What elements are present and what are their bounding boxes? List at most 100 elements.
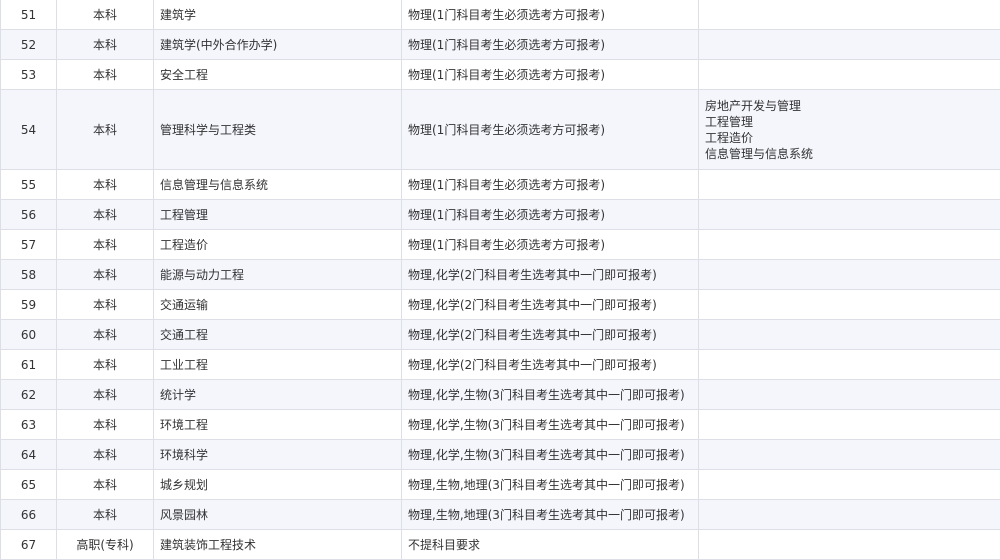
education-level-cell: 高职(专科) (57, 530, 154, 560)
table-row: 67高职(专科)建筑装饰工程技术不提科目要求 (1, 530, 1000, 560)
major-name-cell: 信息管理与信息系统 (154, 170, 402, 200)
included-majors-cell (699, 440, 1000, 470)
education-level-cell: 本科 (57, 470, 154, 500)
education-level-cell: 本科 (57, 230, 154, 260)
subject-requirement-cell: 物理,化学,生物(3门科目考生选考其中一门即可报考) (402, 440, 699, 470)
education-level-cell: 本科 (57, 350, 154, 380)
table-row: 62本科统计学物理,化学,生物(3门科目考生选考其中一门即可报考) (1, 380, 1000, 410)
row-number-cell: 58 (1, 260, 57, 290)
subject-requirement-cell: 物理(1门科目考生必须选考方可报考) (402, 170, 699, 200)
included-majors-cell (699, 230, 1000, 260)
table-row: 66本科风景园林物理,生物,地理(3门科目考生选考其中一门即可报考) (1, 500, 1000, 530)
included-majors-cell (699, 170, 1000, 200)
included-majors-cell (699, 410, 1000, 440)
major-name-cell: 交通运输 (154, 290, 402, 320)
included-majors-cell (699, 290, 1000, 320)
included-major-item: 工程管理 (705, 114, 994, 130)
row-number-cell: 57 (1, 230, 57, 260)
major-name-cell: 城乡规划 (154, 470, 402, 500)
included-majors-cell (699, 200, 1000, 230)
education-level-cell: 本科 (57, 30, 154, 60)
row-number-cell: 56 (1, 200, 57, 230)
included-majors-cell (699, 530, 1000, 560)
education-level-cell: 本科 (57, 320, 154, 350)
row-number-cell: 67 (1, 530, 57, 560)
row-number-cell: 65 (1, 470, 57, 500)
major-name-cell: 建筑学 (154, 0, 402, 30)
major-name-cell: 统计学 (154, 380, 402, 410)
subject-requirement-cell: 物理(1门科目考生必须选考方可报考) (402, 0, 699, 30)
table-row: 52本科建筑学(中外合作办学)物理(1门科目考生必须选考方可报考) (1, 30, 1000, 60)
major-name-cell: 建筑装饰工程技术 (154, 530, 402, 560)
subject-requirement-cell: 物理,生物,地理(3门科目考生选考其中一门即可报考) (402, 500, 699, 530)
table-row: 54本科管理科学与工程类物理(1门科目考生必须选考方可报考)房地产开发与管理工程… (1, 90, 1000, 170)
row-number-cell: 63 (1, 410, 57, 440)
row-number-cell: 51 (1, 0, 57, 30)
row-number-cell: 64 (1, 440, 57, 470)
included-major-item: 工程造价 (705, 130, 994, 146)
major-name-cell: 建筑学(中外合作办学) (154, 30, 402, 60)
included-majors-cell (699, 350, 1000, 380)
subject-requirement-cell: 物理,生物,地理(3门科目考生选考其中一门即可报考) (402, 470, 699, 500)
included-major-item: 房地产开发与管理 (705, 98, 994, 114)
included-majors-cell (699, 470, 1000, 500)
subject-requirement-cell: 物理(1门科目考生必须选考方可报考) (402, 200, 699, 230)
education-level-cell: 本科 (57, 500, 154, 530)
table-row: 55本科信息管理与信息系统物理(1门科目考生必须选考方可报考) (1, 170, 1000, 200)
education-level-cell: 本科 (57, 0, 154, 30)
table-row: 56本科工程管理物理(1门科目考生必须选考方可报考) (1, 200, 1000, 230)
included-majors-cell (699, 30, 1000, 60)
table-row: 65本科城乡规划物理,生物,地理(3门科目考生选考其中一门即可报考) (1, 470, 1000, 500)
row-number-cell: 66 (1, 500, 57, 530)
included-majors-cell (699, 500, 1000, 530)
education-level-cell: 本科 (57, 170, 154, 200)
education-level-cell: 本科 (57, 200, 154, 230)
table-row: 61本科工业工程物理,化学(2门科目考生选考其中一门即可报考) (1, 350, 1000, 380)
education-level-cell: 本科 (57, 60, 154, 90)
major-name-cell: 风景园林 (154, 500, 402, 530)
table-row: 60本科交通工程物理,化学(2门科目考生选考其中一门即可报考) (1, 320, 1000, 350)
education-level-cell: 本科 (57, 260, 154, 290)
table-row: 63本科环境工程物理,化学,生物(3门科目考生选考其中一门即可报考) (1, 410, 1000, 440)
row-number-cell: 61 (1, 350, 57, 380)
subject-requirement-cell: 物理(1门科目考生必须选考方可报考) (402, 60, 699, 90)
included-majors-cell (699, 380, 1000, 410)
subject-requirement-cell: 物理,化学(2门科目考生选考其中一门即可报考) (402, 350, 699, 380)
row-number-cell: 59 (1, 290, 57, 320)
row-number-cell: 54 (1, 90, 57, 170)
table-row: 57本科工程造价物理(1门科目考生必须选考方可报考) (1, 230, 1000, 260)
subject-requirement-cell: 物理(1门科目考生必须选考方可报考) (402, 30, 699, 60)
subject-requirement-cell: 物理(1门科目考生必须选考方可报考) (402, 90, 699, 170)
table-body: 51本科建筑学物理(1门科目考生必须选考方可报考)52本科建筑学(中外合作办学)… (1, 0, 1000, 560)
row-number-cell: 62 (1, 380, 57, 410)
table-row: 51本科建筑学物理(1门科目考生必须选考方可报考) (1, 0, 1000, 30)
table-row: 64本科环境科学物理,化学,生物(3门科目考生选考其中一门即可报考) (1, 440, 1000, 470)
subject-requirement-cell: 物理,化学(2门科目考生选考其中一门即可报考) (402, 290, 699, 320)
included-majors-cell (699, 320, 1000, 350)
subject-requirement-cell: 不提科目要求 (402, 530, 699, 560)
education-level-cell: 本科 (57, 410, 154, 440)
included-major-item: 信息管理与信息系统 (705, 146, 994, 162)
included-majors-cell (699, 60, 1000, 90)
row-number-cell: 53 (1, 60, 57, 90)
row-number-cell: 52 (1, 30, 57, 60)
education-level-cell: 本科 (57, 90, 154, 170)
major-name-cell: 交通工程 (154, 320, 402, 350)
major-name-cell: 工业工程 (154, 350, 402, 380)
subject-requirement-cell: 物理,化学,生物(3门科目考生选考其中一门即可报考) (402, 410, 699, 440)
major-name-cell: 能源与动力工程 (154, 260, 402, 290)
major-name-cell: 管理科学与工程类 (154, 90, 402, 170)
included-majors-cell: 房地产开发与管理工程管理工程造价信息管理与信息系统 (699, 90, 1000, 170)
row-number-cell: 60 (1, 320, 57, 350)
row-number-cell: 55 (1, 170, 57, 200)
table-row: 53本科安全工程物理(1门科目考生必须选考方可报考) (1, 60, 1000, 90)
major-name-cell: 环境科学 (154, 440, 402, 470)
subject-requirement-cell: 物理,化学,生物(3门科目考生选考其中一门即可报考) (402, 380, 699, 410)
education-level-cell: 本科 (57, 440, 154, 470)
subject-requirement-cell: 物理,化学(2门科目考生选考其中一门即可报考) (402, 320, 699, 350)
subject-requirements-table: 51本科建筑学物理(1门科目考生必须选考方可报考)52本科建筑学(中外合作办学)… (0, 0, 1000, 560)
subject-requirement-cell: 物理,化学(2门科目考生选考其中一门即可报考) (402, 260, 699, 290)
subject-requirement-cell: 物理(1门科目考生必须选考方可报考) (402, 230, 699, 260)
major-name-cell: 工程造价 (154, 230, 402, 260)
table-row: 59本科交通运输物理,化学(2门科目考生选考其中一门即可报考) (1, 290, 1000, 320)
